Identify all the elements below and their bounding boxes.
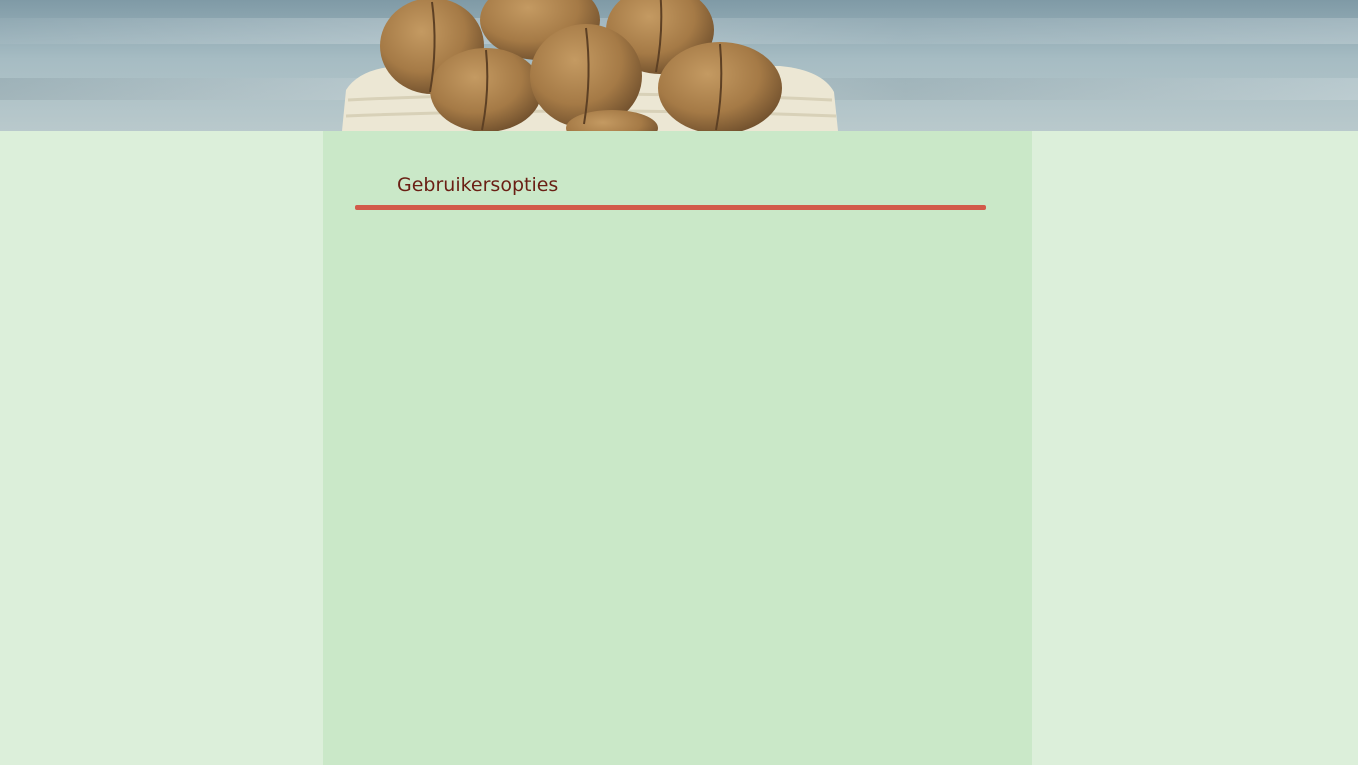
left-margin <box>0 131 323 765</box>
right-margin <box>1032 131 1358 765</box>
section-title: Gebruikersopties <box>397 174 559 196</box>
content-panel: Gebruikersopties <box>323 131 1032 765</box>
header-banner <box>0 0 1358 131</box>
walnut-bag-image <box>342 0 838 131</box>
section-divider <box>355 205 986 210</box>
section-header: Gebruikersopties <box>355 171 986 210</box>
